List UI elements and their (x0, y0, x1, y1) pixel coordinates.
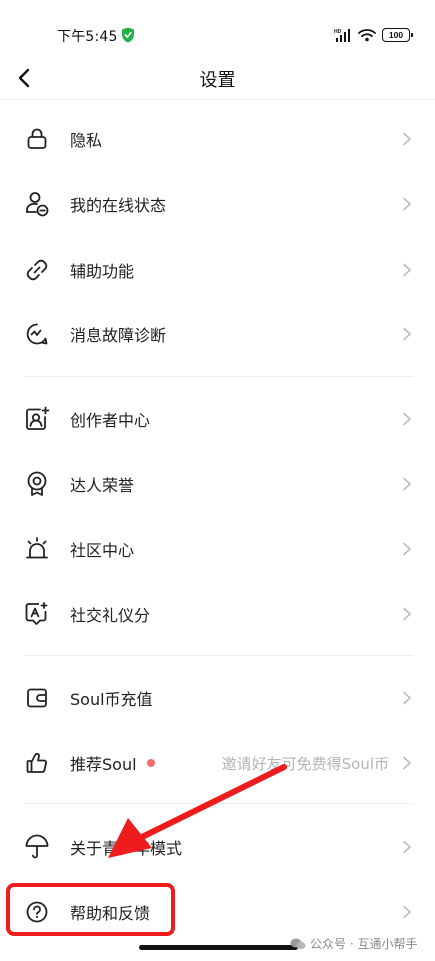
svg-text:HD: HD (334, 29, 342, 35)
settings-item-label: 达人荣誉 (70, 476, 135, 495)
chevron-right-icon (403, 263, 411, 277)
settings-item-label: 社交礼仪分 (70, 606, 151, 625)
settings-item-accessibility[interactable]: 辅助功能 (0, 240, 435, 300)
section-divider (24, 803, 413, 804)
chevron-right-icon (403, 477, 411, 491)
battery-level: 100 (388, 30, 404, 40)
settings-item-label: 辅助功能 (70, 262, 135, 281)
highlight-box (6, 883, 175, 936)
settings-item-recharge[interactable]: Soul币充值 (0, 668, 435, 728)
chevron-right-icon (403, 905, 411, 919)
chevron-right-icon (403, 197, 411, 211)
thumbs-up-icon (24, 750, 50, 776)
settings-item-label: 推荐Soul (70, 751, 155, 775)
umbrella-icon (24, 834, 50, 860)
settings-item-teen-mode[interactable]: 关于青少年模式 (0, 817, 435, 877)
settings-item-recommend[interactable]: 推荐Soul 邀请好友可免费得Soul币 (0, 733, 435, 793)
section-divider (24, 376, 413, 377)
chevron-right-icon (403, 412, 411, 426)
settings-item-label: 我的在线状态 (70, 196, 167, 215)
settings-item-etiquette-score[interactable]: 社交礼仪分 (0, 584, 435, 644)
settings-item-label: 社区中心 (70, 541, 135, 560)
user-status-icon (24, 191, 50, 217)
chevron-right-icon (403, 607, 411, 621)
status-time: 下午5:45 (57, 29, 118, 45)
status-bar: 下午5:45 HD 100 (0, 0, 435, 56)
status-indicators: HD 100 (334, 26, 413, 44)
chevron-right-icon (403, 132, 411, 146)
settings-item-creator-center[interactable]: 创作者中心 (0, 389, 435, 449)
score-icon (24, 601, 50, 627)
settings-item-privacy[interactable]: 隐私 (0, 109, 435, 169)
medal-icon (24, 471, 50, 497)
settings-item-honors[interactable]: 达人荣誉 (0, 454, 435, 514)
section-divider (24, 655, 413, 656)
chevron-right-icon (403, 691, 411, 705)
settings-item-community-center[interactable]: 社区中心 (0, 519, 435, 579)
settings-item-label: 关于青少年模式 (70, 839, 183, 858)
settings-item-online-status[interactable]: 我的在线状态 (0, 174, 435, 234)
creator-icon (24, 406, 50, 432)
lock-icon (24, 126, 50, 152)
alarm-light-icon (24, 536, 50, 562)
link-icon (24, 257, 50, 283)
wallet-icon (24, 685, 50, 711)
settings-item-label: 创作者中心 (70, 411, 151, 430)
settings-item-label: 隐私 (70, 131, 103, 150)
settings-item-message-diagnosis[interactable]: 消息故障诊断 (0, 304, 435, 364)
nav-bar: 设置 (0, 56, 435, 100)
diagnosis-icon (24, 321, 50, 347)
recommend-hint: 邀请好友可免费得Soul币 (221, 754, 389, 773)
watermark-text: 公众号 · 互通小帮手 (310, 937, 418, 951)
settings-item-label: Soul币充值 (70, 690, 153, 709)
page-title: 设置 (199, 70, 236, 91)
chevron-right-icon (403, 327, 411, 341)
wifi-icon (358, 29, 376, 42)
chevron-right-icon (403, 542, 411, 556)
chevron-right-icon (403, 840, 411, 854)
wechat-icon (290, 938, 306, 949)
signal-icon: HD (334, 29, 350, 42)
home-indicator[interactable] (139, 945, 298, 950)
watermark: 公众号 · 互通小帮手 (290, 935, 417, 952)
settings-item-label: 消息故障诊断 (70, 326, 167, 345)
notification-dot (146, 759, 155, 767)
battery-icon: 100 (382, 28, 413, 42)
settings-item-label-text: 推荐Soul (70, 755, 137, 774)
shield-icon (122, 27, 134, 43)
chevron-right-icon (403, 756, 411, 770)
